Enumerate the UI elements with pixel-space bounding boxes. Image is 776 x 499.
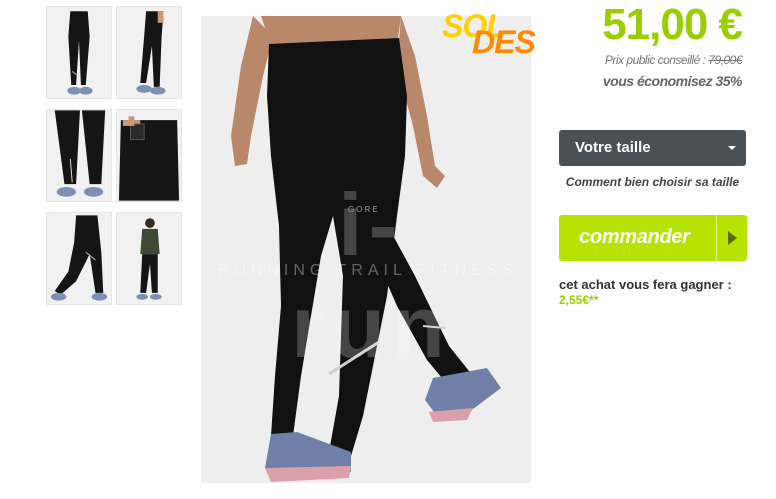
order-button-label: commander — [579, 226, 690, 248]
product-logo: GORE — [348, 205, 380, 214]
sale-badge-part2: DES — [472, 24, 536, 60]
chevron-down-icon — [728, 146, 736, 150]
watermark-tagline: RUNNING TRAIL FITNESS — [217, 262, 519, 279]
leggings-pocket-image — [117, 110, 181, 201]
size-dropdown-label: Votre taille — [575, 139, 651, 156]
savings-text: vous économisez 35% — [602, 73, 743, 89]
current-price: 51,00 € — [602, 0, 743, 49]
sale-badge: SOL DES — [442, 8, 546, 60]
order-button-divider — [716, 215, 717, 261]
play-arrow-icon — [728, 231, 737, 245]
reward-value: 2,55€** — [559, 293, 599, 307]
size-guide-link[interactable]: Comment bien choisir sa taille — [559, 175, 746, 189]
order-button[interactable]: commander — [559, 215, 747, 261]
msrp-value: 79,00€ — [708, 53, 742, 67]
msrp-label: Prix public conseillé : — [604, 53, 706, 67]
size-dropdown[interactable]: Votre taille — [559, 130, 746, 166]
thumbnail-6[interactable] — [116, 212, 182, 305]
thumbnail-2[interactable] — [116, 6, 182, 99]
full-outfit-image — [117, 213, 181, 304]
msrp: Prix public conseillé : 79,00€ — [604, 53, 743, 67]
main-product-image[interactable]: i-run RUNNING TRAIL FITNESS GORE — [201, 16, 531, 483]
thumbnail-1[interactable] — [46, 6, 112, 99]
thumbnail-3[interactable] — [46, 109, 112, 202]
reward-label: cet achat vous fera gagner : — [559, 277, 732, 292]
thumbnail-5[interactable] — [46, 212, 112, 305]
leggings-lunge-image — [47, 213, 111, 304]
thumbnail-4[interactable] — [116, 109, 182, 202]
leggings-front-image — [47, 7, 111, 98]
leggings-back-zip-image — [47, 110, 111, 201]
leggings-side-image — [117, 7, 181, 98]
